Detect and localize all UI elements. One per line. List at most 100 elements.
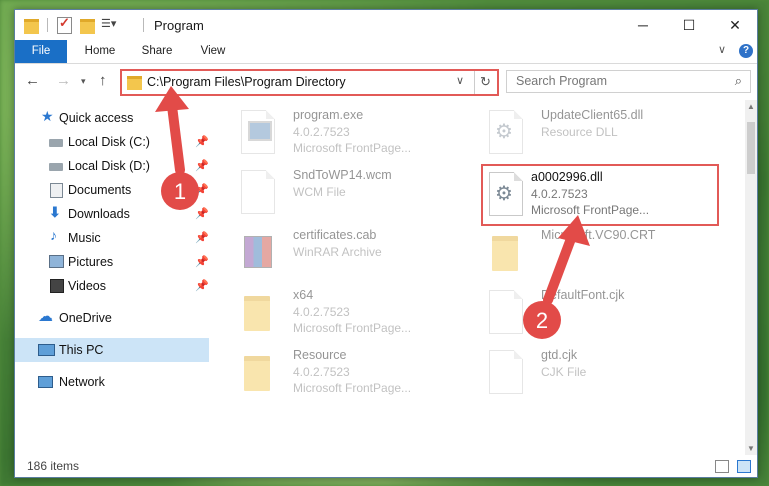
file-version: 4.0.2.7523 <box>293 125 350 139</box>
sidebar-item-label: OneDrive <box>59 311 112 325</box>
sidebar-item-label: This PC <box>59 343 104 357</box>
pin-icon[interactable]: 📌 <box>195 159 209 172</box>
file-type: CJK File <box>541 365 587 379</box>
item-count: 186 items <box>27 459 80 473</box>
pin-icon[interactable]: 📌 <box>195 255 209 268</box>
up-button[interactable]: ↑ <box>99 72 107 89</box>
dll-icon <box>489 172 523 216</box>
file-item[interactable]: x64 4.0.2.7523 Microsoft FrontPage... <box>233 284 473 342</box>
pin-icon[interactable]: 📌 <box>195 207 209 220</box>
address-dropdown-button[interactable]: ∨ <box>456 74 464 87</box>
file-name: x64 <box>293 288 314 302</box>
sidebar-item-label: Downloads <box>68 207 130 221</box>
file-icon <box>241 170 275 214</box>
search-icon[interactable]: ⌕ <box>735 73 742 89</box>
videos-icon <box>50 279 64 293</box>
close-button[interactable]: ✕ <box>712 10 757 40</box>
status-bar: 186 items <box>15 455 757 477</box>
executable-icon <box>241 110 275 154</box>
sidebar-item-pictures[interactable]: Pictures 📌 <box>15 250 209 274</box>
customize-toolbar-icon[interactable]: ☰▾ <box>101 17 121 33</box>
minimize-button[interactable]: ─ <box>620 10 666 40</box>
tab-view[interactable]: View <box>191 40 235 63</box>
back-button[interactable]: ← <box>25 72 40 89</box>
recent-locations-button[interactable]: ▾ <box>81 76 86 87</box>
pin-icon[interactable]: 📌 <box>195 279 209 292</box>
star-icon: ★ <box>41 108 54 124</box>
ribbon-tabs: File Home Share View ∨ ? <box>15 40 757 64</box>
file-item[interactable]: Microsoft.VC90.CRT <box>481 224 721 282</box>
file-description: Microsoft FrontPage... <box>293 141 412 155</box>
maximize-button[interactable]: ☐ <box>666 10 712 40</box>
details-view-icon[interactable] <box>715 460 729 473</box>
file-item[interactable]: gtd.cjk CJK File <box>481 344 721 402</box>
address-path[interactable]: C:\Program Files\Program Directory <box>147 75 346 89</box>
file-name: Resource <box>293 348 347 362</box>
pin-icon[interactable]: 📌 <box>195 135 209 148</box>
sidebar-item-music[interactable]: ♪ Music 📌 <box>15 226 209 250</box>
sidebar-item-onedrive[interactable]: ☁ OneDrive <box>15 306 209 330</box>
sidebar-item-label: Quick access <box>59 111 134 125</box>
folder-icon <box>492 236 518 271</box>
folder-icon <box>24 19 39 34</box>
properties-icon[interactable] <box>57 15 72 34</box>
file-item[interactable]: program.exe 4.0.2.7523 Microsoft FrontPa… <box>233 104 473 162</box>
file-icon <box>489 350 523 394</box>
file-name: DefaultFont.cjk <box>541 288 625 302</box>
sidebar-item-downloads[interactable]: ⬇ Downloads 📌 <box>15 202 209 226</box>
sidebar-item-label: Local Disk (D:) <box>68 159 150 173</box>
tab-share[interactable]: Share <box>132 40 182 63</box>
sidebar-item-videos[interactable]: Videos 📌 <box>15 274 209 298</box>
folder-icon <box>127 76 142 90</box>
file-description: Microsoft FrontPage... <box>293 381 412 395</box>
help-icon[interactable]: ? <box>739 44 753 58</box>
file-item[interactable]: SndToWP14.wcm WCM File <box>233 164 473 222</box>
file-name: gtd.cjk <box>541 348 578 362</box>
sidebar-item-quick-access[interactable]: ★ Quick access <box>15 106 209 130</box>
file-type: Resource DLL <box>541 125 618 139</box>
music-icon: ♪ <box>50 227 57 243</box>
pin-icon[interactable]: 📌 <box>195 183 209 196</box>
sidebar-item-documents[interactable]: Documents 📌 <box>15 178 209 202</box>
search-placeholder: Search Program <box>516 74 608 88</box>
file-version: 4.0.2.7523 <box>293 365 350 379</box>
scroll-up-icon[interactable]: ▲ <box>747 102 755 111</box>
refresh-button[interactable]: ↻ <box>474 71 496 94</box>
search-input[interactable]: Search Program ⌕ <box>506 70 751 93</box>
file-item[interactable]: DefaultFont.cjk <box>481 284 721 342</box>
chevron-down-icon[interactable]: ∨ <box>718 43 732 56</box>
file-list: program.exe 4.0.2.7523 Microsoft FrontPa… <box>211 100 743 455</box>
file-name: UpdateClient65.dll <box>541 108 644 122</box>
pin-icon[interactable]: 📌 <box>195 231 209 244</box>
file-version: 4.0.2.7523 <box>293 305 350 319</box>
file-description: Microsoft FrontPage... <box>293 321 412 335</box>
file-type: WinRAR Archive <box>293 245 382 259</box>
sidebar-item-local-disk-d[interactable]: Local Disk (D:) 📌 <box>15 154 209 178</box>
forward-button[interactable]: → <box>56 72 71 89</box>
tab-home[interactable]: Home <box>73 40 127 63</box>
file-icon <box>489 290 523 334</box>
sidebar-item-network[interactable]: Network <box>15 370 209 394</box>
folder-icon <box>244 296 270 331</box>
tab-file[interactable]: File <box>15 40 67 63</box>
scrollbar-thumb[interactable] <box>747 122 755 174</box>
sidebar-item-label: Documents <box>68 183 132 197</box>
file-item[interactable]: Resource 4.0.2.7523 Microsoft FrontPage.… <box>233 344 473 402</box>
sidebar-item-label: Network <box>59 375 105 389</box>
file-item-selected[interactable]: a0002996.dll 4.0.2.7523 Microsoft FrontP… <box>481 164 719 226</box>
tiles-view-icon[interactable] <box>737 460 751 473</box>
pictures-icon <box>49 255 64 268</box>
file-item[interactable]: UpdateClient65.dll Resource DLL <box>481 104 721 162</box>
file-name: certificates.cab <box>293 228 377 242</box>
vertical-scrollbar[interactable]: ▲ ▼ <box>745 100 757 455</box>
file-version: 4.0.2.7523 <box>531 187 588 201</box>
navigation-bar: ← → ▾ ↑ C:\Program Files\Program Directo… <box>15 64 757 98</box>
new-folder-icon[interactable] <box>80 19 95 34</box>
sidebar-item-this-pc[interactable]: This PC <box>15 338 209 362</box>
title-bar[interactable]: ☰▾ Program ─ ☐ ✕ <box>15 10 757 40</box>
sidebar-item-local-disk-c[interactable]: Local Disk (C:) 📌 <box>15 130 209 154</box>
toolbar-separator <box>143 18 144 32</box>
address-bar[interactable]: C:\Program Files\Program Directory ∨ ↻ <box>120 69 499 96</box>
file-item[interactable]: certificates.cab WinRAR Archive <box>233 224 473 282</box>
scroll-down-icon[interactable]: ▼ <box>747 444 755 453</box>
